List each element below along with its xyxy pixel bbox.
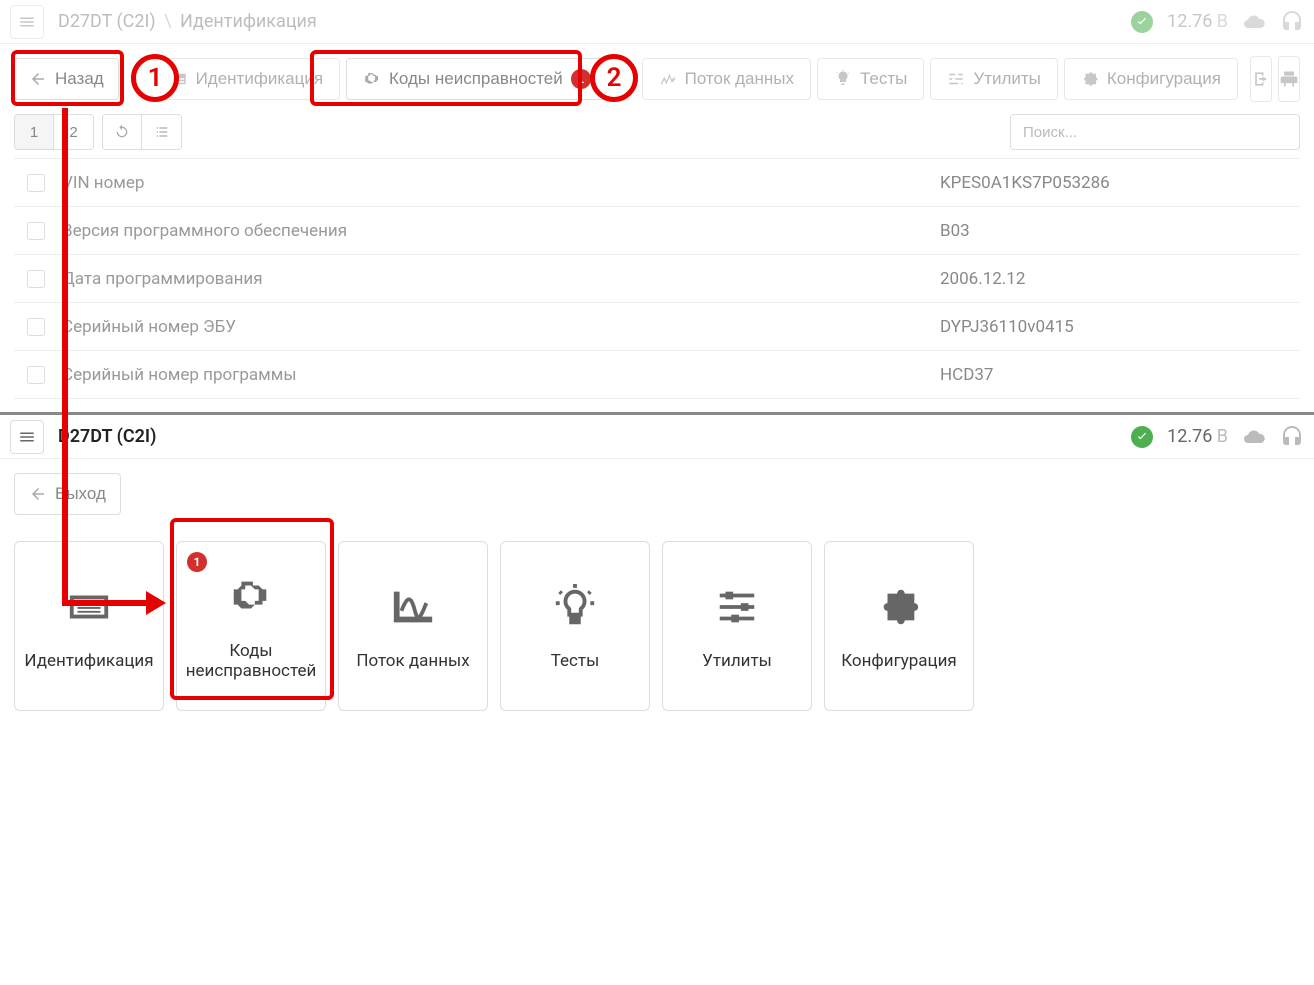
exit-button[interactable]: Выход [14, 473, 121, 515]
tile-configuration[interactable]: Конфигурация [824, 541, 974, 711]
row-value: B03 [940, 221, 1300, 241]
fault-count-badge: 1 [571, 69, 591, 89]
engine-icon [228, 571, 274, 623]
voltage-value: 12.76 [1167, 426, 1212, 447]
tab-fault-codes[interactable]: Коды неисправностей 1 [346, 58, 608, 100]
headset-icon[interactable] [1280, 425, 1304, 449]
tile-label: Тесты [551, 651, 600, 671]
top-toolbar: Назад Идентификация Коды неисправностей … [0, 44, 1314, 114]
breadcrumb-main: D27DT (C2I) [58, 426, 156, 447]
refresh-button[interactable] [102, 114, 142, 150]
row-label: Серийный номер программы [58, 365, 940, 385]
tab-configuration-label: Конфигурация [1107, 69, 1221, 89]
tile-tests[interactable]: Тесты [500, 541, 650, 711]
identification-table: VIN номер KPES0A1KS7P053286 Версия прогр… [14, 158, 1300, 399]
table-row[interactable]: Серийный номер ЭБУ DYPJ36110v0415 [14, 303, 1300, 351]
tab-identification-label: Идентификация [196, 69, 323, 89]
tile-utilities[interactable]: Утилиты [662, 541, 812, 711]
engine-icon [363, 70, 381, 88]
list-view-button[interactable] [142, 114, 182, 150]
tile-data-stream[interactable]: Поток данных [338, 541, 488, 711]
id-card-icon [66, 581, 112, 633]
cloud-icon[interactable] [1242, 10, 1266, 34]
voltage-display: 12.76 В [1167, 426, 1228, 447]
row-checkbox[interactable] [14, 174, 58, 192]
breadcrumb: D27DT (C2I) [58, 426, 156, 447]
arrow-left-icon [29, 70, 47, 88]
tile-label: Кодынеисправностей [186, 641, 317, 681]
cloud-icon[interactable] [1242, 425, 1266, 449]
voltage-value: 12.76 [1167, 11, 1212, 32]
top-header: D27DT (C2I) \ Идентификация 12.76 В [0, 0, 1314, 44]
tile-fault-codes[interactable]: 1 Кодынеисправностей [176, 541, 326, 711]
bottom-toolbar: Выход [0, 459, 1314, 529]
voltage-unit: В [1217, 426, 1228, 447]
export-button[interactable] [1250, 56, 1272, 102]
row-label: Дата программирования [58, 269, 940, 289]
row-label: Серийный номер ЭБУ [58, 317, 940, 337]
tab-tests-label: Тесты [860, 69, 907, 89]
row-checkbox[interactable] [14, 270, 58, 288]
hamburger-button[interactable] [10, 5, 44, 39]
breadcrumb: D27DT (C2I) \ Идентификация [58, 11, 317, 32]
breadcrumb-separator: \ [164, 11, 171, 32]
page-1-button[interactable]: 1 [14, 114, 54, 150]
tile-label: Поток данных [356, 651, 469, 671]
id-card-icon [170, 70, 188, 88]
voltage-display: 12.76 В [1167, 11, 1228, 32]
hamburger-button[interactable] [10, 420, 44, 454]
tab-utilities[interactable]: Утилиты [930, 58, 1058, 100]
fault-count-badge: 1 [187, 552, 207, 572]
row-value: DYPJ36110v0415 [940, 317, 1300, 337]
tab-identification[interactable]: Идентификация [153, 58, 340, 100]
tab-fault-codes-label: Коды неисправностей [389, 69, 563, 89]
breadcrumb-sub: Идентификация [180, 11, 317, 32]
row-value: HCD37 [940, 365, 1300, 385]
status-ok-icon [1131, 11, 1153, 33]
status-ok-icon [1131, 426, 1153, 448]
wave-icon [390, 581, 436, 633]
tab-data-stream[interactable]: Поток данных [642, 58, 811, 100]
tile-label: Идентификация [24, 651, 153, 671]
tab-utilities-label: Утилиты [973, 69, 1041, 89]
tile-identification[interactable]: Идентификация [14, 541, 164, 711]
back-label: Назад [55, 69, 104, 89]
tile-label: Конфигурация [841, 651, 957, 671]
voltage-unit: В [1217, 11, 1228, 32]
lightbulb-icon [552, 581, 598, 633]
arrow-left-icon [29, 485, 47, 503]
tab-tests[interactable]: Тесты [817, 58, 924, 100]
breadcrumb-main: D27DT (C2I) [58, 11, 156, 32]
table-row[interactable]: VIN номер KPES0A1KS7P053286 [14, 159, 1300, 207]
tab-data-stream-label: Поток данных [685, 69, 794, 89]
print-button[interactable] [1278, 56, 1300, 102]
row-value: KPES0A1KS7P053286 [940, 173, 1300, 193]
puzzle-icon [1081, 70, 1099, 88]
exit-label: Выход [55, 484, 106, 504]
search-input[interactable] [1010, 114, 1300, 150]
tab-configuration[interactable]: Конфигурация [1064, 58, 1238, 100]
table-row[interactable]: Версия программного обеспечения B03 [14, 207, 1300, 255]
row-checkbox[interactable] [14, 222, 58, 240]
headset-icon[interactable] [1280, 10, 1304, 34]
tile-label: Утилиты [702, 651, 772, 671]
puzzle-icon [876, 581, 922, 633]
subtoolbar: 1 2 [0, 114, 1314, 158]
lightbulb-icon [834, 70, 852, 88]
table-row[interactable]: Дата программирования 2006.12.12 [14, 255, 1300, 303]
sliders-icon [947, 70, 965, 88]
row-label: VIN номер [58, 173, 940, 193]
row-label: Версия программного обеспечения [58, 221, 940, 241]
row-checkbox[interactable] [14, 318, 58, 336]
back-button[interactable]: Назад [14, 58, 119, 100]
page-2-button[interactable]: 2 [54, 114, 94, 150]
wave-icon [659, 70, 677, 88]
row-value: 2006.12.12 [940, 269, 1300, 289]
menu-tiles: Идентификация 1 Кодынеисправностей Поток… [0, 529, 1314, 723]
search-box[interactable] [1010, 114, 1300, 150]
bottom-header: D27DT (C2I) 12.76 В [0, 415, 1314, 459]
row-checkbox[interactable] [14, 366, 58, 384]
sliders-icon [714, 581, 760, 633]
table-row[interactable]: Серийный номер программы HCD37 [14, 351, 1300, 399]
